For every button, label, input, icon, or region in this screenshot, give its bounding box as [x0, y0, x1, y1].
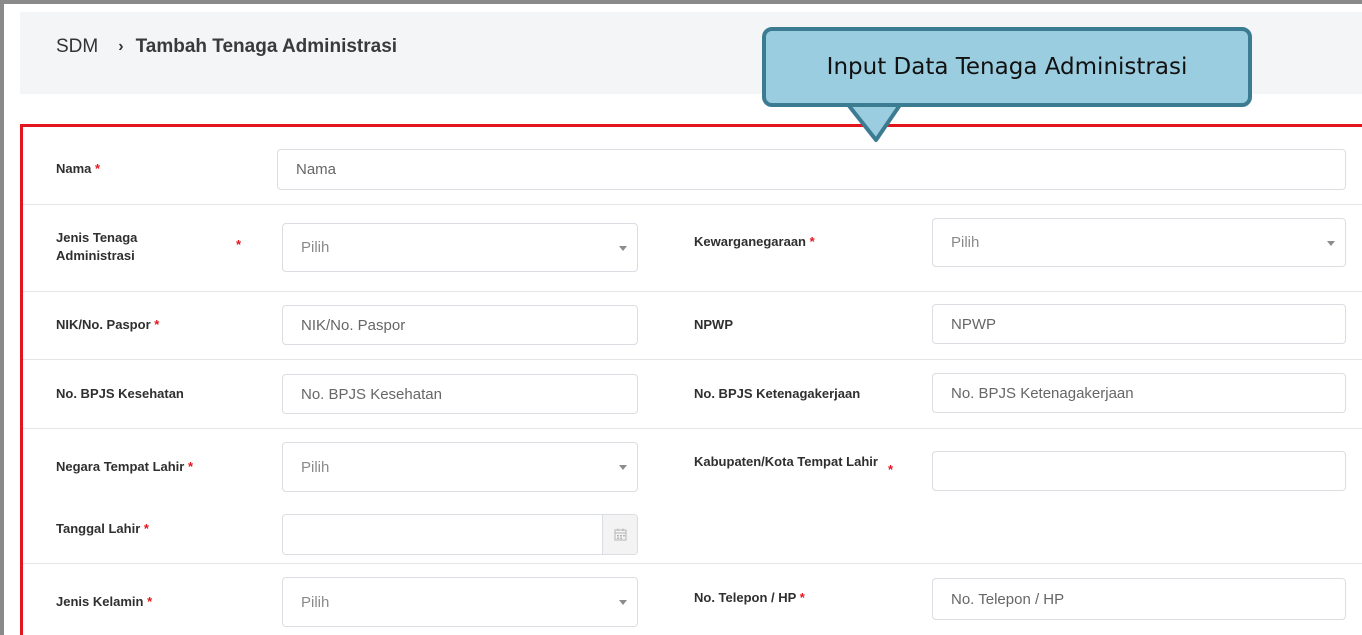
bpjs-ketenagakerjaan-label: No. BPJS Ketenagakerjaan: [694, 386, 861, 401]
required-mark: *: [236, 237, 242, 252]
row-divider: [23, 291, 1362, 292]
nik-label: NIK/No. Paspor *: [56, 317, 160, 332]
calendar-icon[interactable]: [602, 515, 637, 554]
telepon-label: No. Telepon / HP *: [694, 590, 805, 605]
kewarganegaraan-label: Kewarganegaraan *: [694, 234, 815, 249]
row-divider: [23, 563, 1362, 564]
breadcrumb: SDM › Tambah Tenaga Administrasi: [56, 36, 397, 58]
jenis-kelamin-label: Jenis Kelamin *: [56, 594, 153, 609]
required-mark: *: [888, 462, 894, 477]
row-divider: [23, 204, 1362, 205]
nama-input[interactable]: Nama: [277, 149, 1346, 190]
chevron-right-icon: ›: [118, 38, 124, 55]
bpjs-ketenagakerjaan-input[interactable]: No. BPJS Ketenagakerjaan: [932, 373, 1346, 413]
negara-lahir-select[interactable]: Pilih: [282, 442, 638, 492]
tanggal-lahir-input[interactable]: [282, 514, 638, 555]
row-divider: [23, 359, 1362, 360]
kota-lahir-label: Kabupaten/Kota Tempat Lahir: [694, 454, 878, 469]
jenis-tenaga-select[interactable]: Pilih: [282, 223, 638, 272]
callout-pointer: [844, 102, 904, 142]
nama-label: Nama *: [56, 161, 101, 176]
bpjs-kesehatan-label: No. BPJS Kesehatan: [56, 386, 184, 401]
callout-annotation: Input Data Tenaga Administrasi: [762, 27, 1252, 107]
caret-down-icon: [619, 245, 627, 251]
telepon-input[interactable]: No. Telepon / HP: [932, 578, 1346, 620]
row-divider: [23, 428, 1362, 429]
negara-lahir-label: Negara Tempat Lahir *: [56, 459, 194, 474]
caret-down-icon: [1327, 240, 1335, 246]
jenis-kelamin-select[interactable]: Pilih: [282, 577, 638, 627]
bpjs-kesehatan-input[interactable]: No. BPJS Kesehatan: [282, 374, 638, 414]
breadcrumb-root-link[interactable]: SDM: [56, 36, 98, 58]
kewarganegaraan-select[interactable]: Pilih: [932, 218, 1346, 267]
caret-down-icon: [619, 465, 627, 470]
jenis-tenaga-label: Jenis Tenaga Administrasi: [56, 230, 138, 263]
caret-down-icon: [619, 600, 627, 605]
npwp-input[interactable]: NPWP: [932, 304, 1346, 344]
tanggal-lahir-label: Tanggal Lahir *: [56, 521, 149, 536]
npwp-label: NPWP: [694, 317, 733, 332]
page-title: Tambah Tenaga Administrasi: [135, 36, 398, 57]
nik-input[interactable]: NIK/No. Paspor: [282, 305, 638, 345]
kota-lahir-input[interactable]: [932, 451, 1346, 491]
